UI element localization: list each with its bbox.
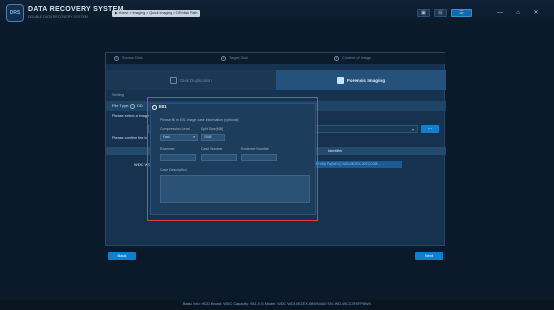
chevron-down-icon[interactable]: ▾ bbox=[412, 127, 414, 132]
title-bar: DRS DATA RECOVERY SYSTEM DOUBLE DATA REC… bbox=[0, 0, 554, 26]
tab-disk-duplication[interactable]: Disk Duplication bbox=[106, 70, 276, 90]
step-number: 3 bbox=[334, 55, 339, 61]
wizard-steps: 1 Source Disk 2 Target Disk 3 Content of Im… bbox=[106, 53, 446, 64]
step-number: 2 bbox=[221, 55, 226, 61]
tab-label: Disk Duplication bbox=[180, 77, 212, 83]
mode-tabs: Disk Duplication Forensic Imaging bbox=[106, 70, 446, 90]
file-type-label: File Type: bbox=[112, 103, 130, 108]
highlight-box bbox=[147, 97, 318, 221]
minimize-icon[interactable]: — bbox=[492, 8, 508, 18]
step-content-of-image: 3 Content of Image bbox=[334, 55, 371, 62]
device-icon[interactable]: ▣ bbox=[417, 9, 430, 17]
browse-button[interactable]: ... bbox=[421, 125, 439, 133]
step-label: Target Disk bbox=[229, 56, 248, 60]
step-label: Source Disk bbox=[122, 56, 143, 60]
select-image-label: Please select a image bbox=[112, 114, 150, 118]
status-text: Basic Info: HDD Brand: WDC Capacity: 931… bbox=[182, 302, 372, 306]
app-title: DATA RECOVERY SYSTEM bbox=[28, 6, 124, 13]
step-target-disk: 2 Target Disk bbox=[221, 55, 248, 62]
forensic-imaging-icon bbox=[336, 76, 344, 84]
breadcrumb[interactable]: ▶ Home > Imaging > Quick Imaging > DR/di… bbox=[112, 10, 201, 17]
radio-dd[interactable] bbox=[130, 103, 135, 109]
location-label: Please confirm the lo bbox=[112, 136, 148, 140]
tab-label: Forensic Imaging bbox=[346, 77, 386, 83]
status-bar: Basic Info: HDD Brand: WDC Capacity: 931… bbox=[0, 300, 554, 310]
radio-dd-label: DD bbox=[137, 103, 143, 108]
setting-label: Setting bbox=[112, 93, 124, 97]
tab-forensic-imaging[interactable]: Forensic Imaging bbox=[276, 70, 446, 90]
home-icon[interactable]: ⌂ bbox=[510, 8, 526, 18]
disk-duplication-icon bbox=[170, 76, 178, 84]
app-subtitle: DOUBLE DATA RECOVERY SYSTEM bbox=[28, 15, 88, 19]
step-label: Content of Image bbox=[342, 56, 372, 60]
disk-identifier: PHISA Pa(WDC) WD10EZEX-00TCCGB... bbox=[314, 161, 402, 168]
back-button[interactable]: Back bbox=[108, 252, 136, 260]
menu-icon[interactable]: ☰ bbox=[451, 9, 472, 17]
step-source-disk: 1 Source Disk bbox=[114, 55, 142, 62]
close-icon[interactable]: ✕ bbox=[528, 8, 544, 18]
disk-icon[interactable]: ⊟ bbox=[434, 9, 447, 17]
column-identifier: Identifier bbox=[328, 148, 343, 153]
step-number: 1 bbox=[114, 55, 119, 61]
next-button[interactable]: Next bbox=[415, 252, 443, 260]
app-logo: DRS bbox=[6, 4, 24, 22]
